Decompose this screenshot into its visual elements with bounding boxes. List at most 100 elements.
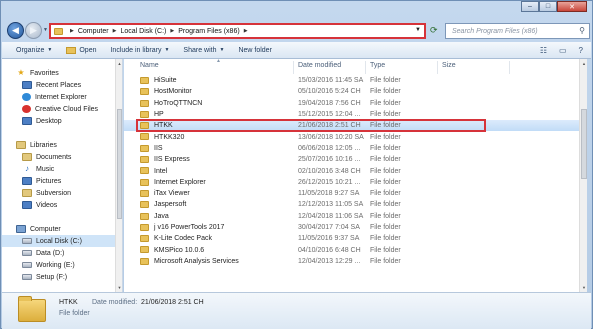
- nav-local-disk-c[interactable]: Local Disk (C:): [2, 235, 122, 247]
- column-divider[interactable]: [293, 61, 294, 74]
- breadcrumb-separator-icon[interactable]: ▶: [244, 28, 248, 34]
- file-type: File folder: [370, 257, 401, 265]
- folder-icon: [140, 246, 149, 254]
- scroll-up-icon[interactable]: ▲: [580, 61, 587, 66]
- nav-favorites[interactable]: ★ Favorites: [2, 67, 122, 79]
- nav-desktop[interactable]: Desktop: [2, 115, 122, 127]
- scroll-down-icon[interactable]: ▼: [580, 285, 587, 290]
- nav-label: Documents: [36, 153, 72, 161]
- file-name: KMSPico 10.0.6: [154, 246, 205, 254]
- folder-icon: [140, 133, 149, 141]
- nav-subversion[interactable]: Subversion: [2, 187, 122, 199]
- share-with-button[interactable]: Share with ▼: [183, 47, 224, 54]
- column-header-name[interactable]: Name: [140, 62, 159, 73]
- breadcrumb-computer[interactable]: Computer: [78, 28, 109, 35]
- nav-music[interactable]: ♪ Music: [2, 163, 122, 175]
- breadcrumb-separator-icon[interactable]: ▶: [70, 28, 74, 34]
- scroll-up-icon[interactable]: ▲: [116, 61, 122, 66]
- table-row[interactable]: HP 15/12/2015 12:04 ... File folder: [124, 109, 587, 120]
- column-divider[interactable]: [365, 61, 366, 74]
- minimize-button[interactable]: –: [521, 1, 539, 12]
- nav-scrollbar-thumb[interactable]: [117, 109, 122, 219]
- address-bar[interactable]: ▶ Computer ▶ Local Disk (C:) ▶ Program F…: [49, 23, 426, 39]
- table-row[interactable]: Jaspersoft 12/12/2013 11:05 SA File folder: [124, 199, 587, 210]
- table-row[interactable]: IIS Express 25/07/2016 10:16 ... File fold…: [124, 154, 587, 165]
- search-input[interactable]: Search Program Files (x86) ⚲: [445, 23, 590, 39]
- open-button[interactable]: Open: [66, 46, 96, 54]
- new-folder-button[interactable]: New folder: [238, 47, 271, 54]
- nav-libraries[interactable]: Libraries: [2, 139, 122, 151]
- refresh-icon[interactable]: ⟳: [430, 25, 438, 36]
- column-divider[interactable]: [437, 61, 438, 74]
- nav-videos[interactable]: Videos: [2, 199, 122, 211]
- forward-button[interactable]: ▶: [25, 22, 42, 39]
- file-list-scrollbar[interactable]: ▲ ▼: [579, 59, 587, 292]
- organize-button[interactable]: Organize ▼: [16, 47, 52, 54]
- nav-computer[interactable]: Computer: [2, 223, 122, 235]
- include-in-library-button[interactable]: Include in library ▼: [110, 47, 169, 54]
- search-icon[interactable]: ⚲: [579, 26, 585, 35]
- nav-label: Subversion: [36, 189, 72, 197]
- column-divider[interactable]: [509, 61, 510, 74]
- table-row[interactable]: HostMonitor 05/10/2016 5:24 CH File folder: [124, 86, 587, 97]
- breadcrumb-separator-icon[interactable]: ▶: [170, 28, 174, 34]
- folder-icon: [140, 212, 149, 220]
- folder-icon: [140, 223, 149, 231]
- details-modified-label: Date modified:: [92, 299, 138, 306]
- file-name: Intel: [154, 167, 168, 175]
- table-row[interactable]: HTKK 21/06/2018 2:51 CH File folder: [124, 119, 587, 133]
- table-row[interactable]: j v16 PowerTools 2017 30/04/2017 7:04 SA F…: [124, 222, 587, 233]
- maximize-button[interactable]: □: [539, 1, 557, 12]
- file-date-modified: 04/10/2016 6:48 CH: [298, 246, 361, 254]
- file-date-modified: 11/05/2016 9:37 SA: [298, 235, 360, 243]
- table-row[interactable]: IIS 06/06/2018 12:05 ... File folder: [124, 143, 587, 154]
- scroll-down-icon[interactable]: ▼: [116, 285, 122, 290]
- favorites-group: ★ Favorites Recent Places Internet Explo…: [2, 67, 122, 127]
- file-list-scrollbar-thumb[interactable]: [581, 109, 587, 179]
- address-dropdown-icon[interactable]: ▼: [415, 27, 421, 33]
- table-row[interactable]: Intel 02/10/2016 3:48 CH File folder: [124, 165, 587, 176]
- details-name: HTKK: [59, 299, 78, 306]
- breadcrumb-separator-icon[interactable]: ▶: [113, 28, 117, 34]
- nav-working-e[interactable]: Working (E:): [2, 259, 122, 271]
- breadcrumb-local-disk[interactable]: Local Disk (C:): [120, 28, 166, 35]
- share-with-label: Share with: [183, 46, 217, 54]
- nav-pictures[interactable]: Pictures: [2, 175, 122, 187]
- table-row[interactable]: iTax Viewer 11/05/2018 9:27 SA File folder: [124, 188, 587, 199]
- help-icon[interactable]: ?: [579, 46, 583, 55]
- nav-internet-explorer[interactable]: Internet Explorer: [2, 91, 122, 103]
- table-row[interactable]: Microsoft Analysis Services 12/04/2013 12…: [124, 256, 587, 267]
- nav-scrollbar[interactable]: ▲ ▼: [115, 59, 122, 292]
- table-row[interactable]: K-Lite Codec Pack 11/05/2016 9:37 SA File …: [124, 233, 587, 244]
- close-button[interactable]: ✕: [557, 1, 587, 12]
- file-type: File folder: [370, 122, 401, 130]
- table-row[interactable]: Internet Explorer 26/12/2015 10:21 ... Fil…: [124, 177, 587, 188]
- table-row[interactable]: HiSuite 15/03/2016 11:45 SA File folder: [124, 75, 587, 86]
- table-row[interactable]: HoTroQTTNCN 19/04/2018 7:56 CH File folder: [124, 98, 587, 109]
- folder-icon: [140, 235, 149, 243]
- details-pane: HTKK Date modified: 21/06/2018 2:51 CH F…: [2, 292, 591, 329]
- table-row[interactable]: Java 12/04/2018 11:06 SA File folder: [124, 211, 587, 222]
- file-name: Internet Explorer: [154, 178, 206, 186]
- recent-places-icon: [22, 81, 32, 89]
- nav-label: Desktop: [36, 117, 62, 125]
- change-view-icon[interactable]: ☷: [540, 46, 547, 55]
- breadcrumb-program-files[interactable]: Program Files (x86): [178, 28, 239, 35]
- column-header-type[interactable]: Type: [370, 62, 385, 73]
- details-modified-value: 21/06/2018 2:51 CH: [141, 299, 204, 306]
- table-row[interactable]: HTKK320 13/06/2018 10:20 SA File folder: [124, 131, 587, 142]
- table-row[interactable]: KMSPico 10.0.6 04/10/2016 6:48 CH File fol…: [124, 244, 587, 255]
- column-header-size[interactable]: Size: [442, 62, 456, 73]
- recent-pages-chevron-icon[interactable]: ▼: [43, 27, 48, 33]
- file-date-modified: 11/05/2018 9:27 SA: [298, 190, 360, 198]
- sort-ascending-icon: ▲: [216, 59, 221, 64]
- nav-documents[interactable]: Documents: [2, 151, 122, 163]
- nav-label: Music: [36, 165, 55, 173]
- preview-pane-icon[interactable]: ▭: [559, 46, 567, 55]
- column-header-date-modified[interactable]: Date modified: [298, 62, 341, 73]
- nav-creative-cloud-files[interactable]: Creative Cloud Files: [2, 103, 122, 115]
- nav-recent-places[interactable]: Recent Places: [2, 79, 122, 91]
- nav-data-d[interactable]: Data (D:): [2, 247, 122, 259]
- back-button[interactable]: ◀: [7, 22, 24, 39]
- nav-setup-f[interactable]: Setup (F:): [2, 271, 122, 283]
